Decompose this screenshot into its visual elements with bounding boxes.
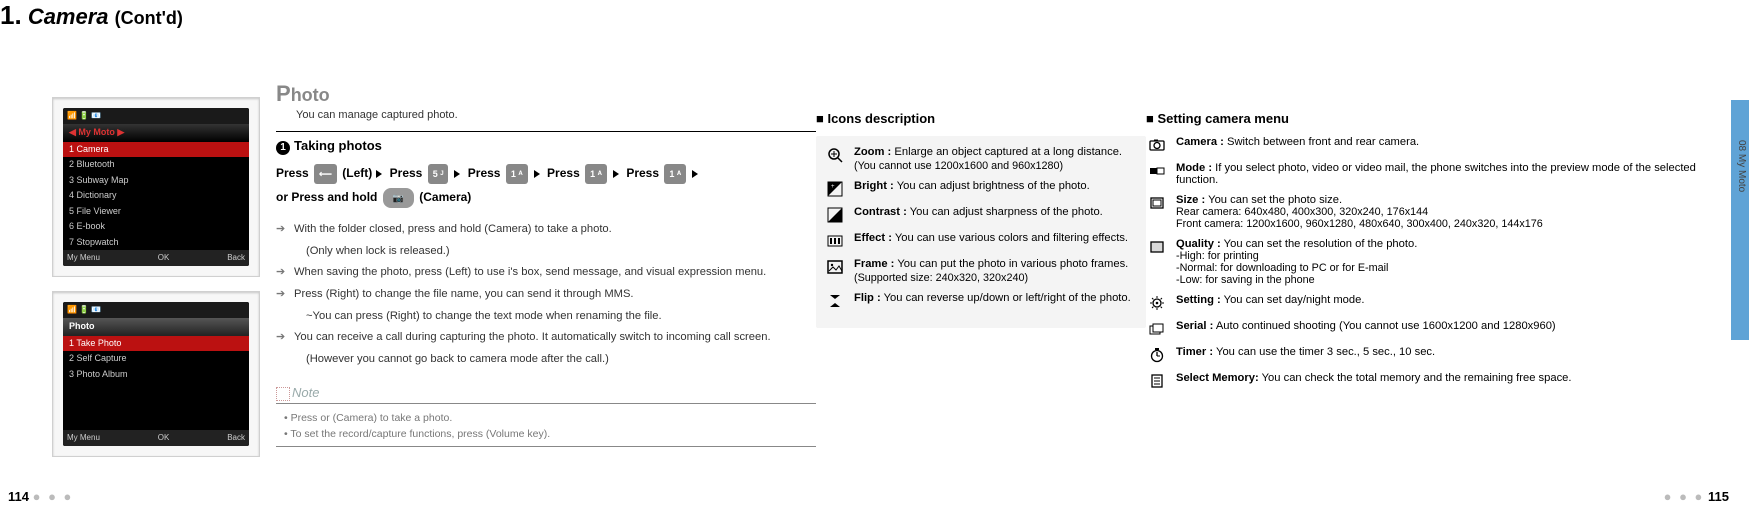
- page-title: 1. Camera (Cont'd): [0, 0, 1749, 31]
- phone2-title: Photo: [69, 321, 95, 331]
- flip-icon: [824, 292, 846, 310]
- title-number: 1.: [0, 0, 22, 30]
- phone-screenshot-1: 📶 🔋 📧 ◀ My Moto ▶ 1 Camera 2 Bluetooth 3…: [52, 97, 260, 277]
- photo-sub: You can manage captured photo.: [296, 109, 816, 121]
- side-tab-label: 08 My Moto: [1736, 140, 1747, 192]
- phone1-row: 1 Camera: [63, 142, 249, 158]
- size-icon: [1146, 194, 1168, 212]
- setting-icon: [1146, 294, 1168, 312]
- title-main: Camera: [28, 4, 109, 29]
- side-tab: [1731, 100, 1749, 340]
- instructions-column: Photo You can manage captured photo. 1Ta…: [276, 41, 816, 471]
- timer-icon: [1146, 346, 1168, 364]
- quality-icon: [1146, 238, 1168, 256]
- effect-icon: [824, 232, 846, 250]
- phone-previews: 📶 🔋 📧 ◀ My Moto ▶ 1 Camera 2 Bluetooth 3…: [36, 41, 276, 471]
- zoom-icon: [824, 146, 846, 164]
- phone-screenshot-2: 📶 🔋 📧 Photo 1 Take Photo 2 Self Capture …: [52, 291, 260, 457]
- note-item: Press or (Camera) to take a photo.: [276, 410, 816, 426]
- phone1-title: My Moto: [78, 127, 115, 137]
- bright-icon: +: [824, 180, 846, 198]
- icons-heading: Icons description: [816, 111, 1146, 126]
- frame-icon: [824, 258, 846, 276]
- setting-camera-menu: Setting camera menu Camera : Switch betw…: [1146, 111, 1729, 471]
- note-box: Note Press or (Camera) to take a photo. …: [276, 385, 816, 447]
- svg-text:+: +: [831, 184, 835, 190]
- page-number-right: ● ● ● 115: [1664, 489, 1729, 504]
- taking-photos-heading: 1Taking photos: [276, 138, 816, 155]
- mode-icon: [1146, 162, 1168, 180]
- serial-icon: [1146, 320, 1168, 338]
- camera-key-icon: 📷: [383, 188, 414, 208]
- page-number-left: 114 ● ● ●: [8, 489, 73, 504]
- note-title: Note: [276, 385, 816, 400]
- memory-icon: [1146, 372, 1168, 390]
- contrast-icon: [824, 206, 846, 224]
- title-contd: (Cont'd): [115, 8, 183, 28]
- instruction-list: With the folder closed, press and hold (…: [276, 219, 816, 371]
- key-sequence: Press ⟵ (Left) Press 5 ᴶ Press 1 ᴬ Press…: [276, 161, 816, 209]
- settings-heading: Setting camera menu: [1146, 111, 1729, 126]
- icons-description: Icons description Zoom : Enlarge an obje…: [816, 111, 1146, 471]
- camera-icon: [1146, 136, 1168, 154]
- note-item: To set the record/capture functions, pre…: [276, 426, 816, 442]
- photo-heading: Photo: [276, 81, 816, 107]
